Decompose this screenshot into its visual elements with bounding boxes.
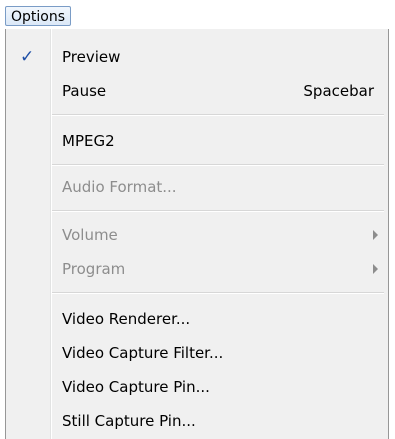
options-menu-button[interactable]: Options	[5, 6, 72, 26]
menu-item-label: Pause	[62, 82, 107, 100]
menu-item-label: Volume	[62, 226, 118, 244]
options-dropdown-menu: ✓ Preview Pause Spacebar MPEG2 Audio For…	[5, 29, 389, 439]
menu-item-label: MPEG2	[62, 132, 115, 150]
menu-item-video-capture-filter[interactable]: Video Capture Filter...	[6, 336, 388, 370]
menu-item-label: Video Capture Pin...	[62, 378, 210, 396]
menu-item-video-renderer[interactable]: Video Renderer...	[6, 302, 388, 336]
menu-item-program[interactable]: Program	[6, 252, 388, 286]
submenu-arrow-icon	[373, 230, 378, 240]
menu-separator	[52, 114, 384, 116]
menu-item-label: Program	[62, 260, 126, 278]
menu-item-volume[interactable]: Volume	[6, 218, 388, 252]
menu-item-label: Video Capture Filter...	[62, 344, 224, 362]
menu-item-preview[interactable]: ✓ Preview	[6, 40, 388, 74]
menu-item-label: Audio Format...	[62, 178, 177, 196]
menu-separator	[52, 210, 384, 212]
menu-item-label: Still Capture Pin...	[62, 412, 196, 430]
checkmark-icon: ✓	[20, 47, 35, 67]
menu-bar: Options	[0, 0, 395, 30]
menu-item-audio-format[interactable]: Audio Format...	[6, 170, 388, 204]
menu-item-video-capture-pin[interactable]: Video Capture Pin...	[6, 370, 388, 404]
menu-item-label: Video Renderer...	[62, 310, 191, 328]
menu-separator	[52, 164, 384, 166]
submenu-arrow-icon	[373, 264, 378, 274]
menu-item-shortcut: Spacebar	[303, 82, 374, 100]
menu-item-mpeg2[interactable]: MPEG2	[6, 124, 388, 158]
menu-item-pause[interactable]: Pause Spacebar	[6, 74, 388, 108]
menu-item-still-capture-pin[interactable]: Still Capture Pin...	[6, 404, 388, 438]
menu-separator	[52, 292, 384, 294]
menu-item-label: Preview	[62, 48, 121, 66]
